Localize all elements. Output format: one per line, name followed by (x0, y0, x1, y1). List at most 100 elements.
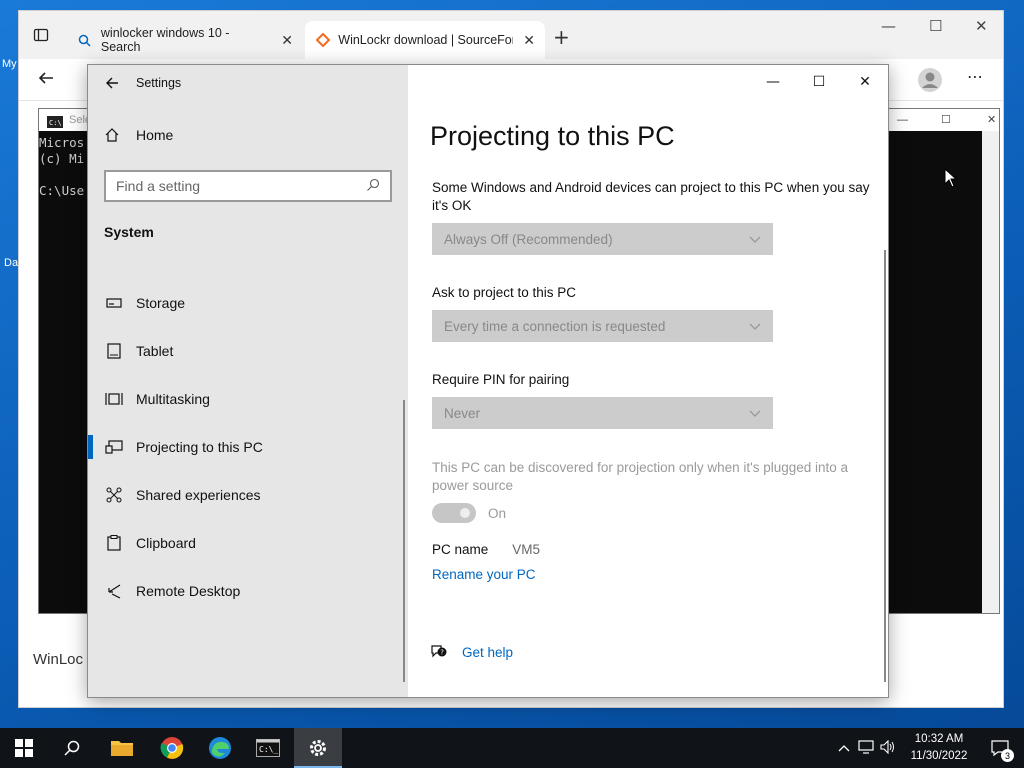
close-icon[interactable]: ✕ (281, 32, 293, 49)
sidebar-item-label: Clipboard (136, 535, 196, 551)
sidebar-item-remote-desktop[interactable]: Remote Desktop (88, 567, 408, 615)
storage-icon (104, 296, 124, 310)
terminal-icon: C:\_ (256, 739, 280, 757)
ask-to-project-dropdown[interactable]: Every time a connection is requested (432, 310, 773, 342)
sidebar-item-label: Projecting to this PC (136, 439, 263, 455)
chrome-button[interactable] (148, 728, 196, 768)
folder-icon (111, 741, 133, 756)
page-title: Projecting to this PC (430, 121, 675, 151)
sidebar-item-label: Shared experiences (136, 487, 261, 503)
nav-home-label: Home (136, 127, 174, 143)
edge-icon (209, 737, 231, 759)
require-pin-dropdown[interactable]: Never (432, 397, 773, 429)
sourceforge-icon (315, 32, 330, 48)
chevron-down-icon (749, 406, 761, 421)
taskbar: C:\_ 10:32 AM 11/30/2022 3 (0, 728, 1024, 768)
back-arrow-icon (106, 77, 118, 89)
rename-pc-link[interactable]: Rename your PC (432, 567, 536, 582)
pc-name-row: PC name VM5 (432, 542, 540, 557)
close-icon[interactable]: ✕ (975, 17, 988, 35)
maximize-icon[interactable]: ☐ (796, 65, 842, 99)
maximize-icon[interactable]: ☐ (941, 109, 951, 131)
close-icon[interactable]: ✕ (987, 109, 996, 131)
volume-icon[interactable] (880, 739, 896, 757)
sidebar-item-projecting[interactable]: Projecting to this PC (88, 423, 408, 471)
svg-text:C:\: C:\ (49, 119, 62, 127)
shared-experiences-icon (104, 487, 124, 503)
sidebar-item-shared-experiences[interactable]: Shared experiences (88, 471, 408, 519)
multitasking-icon (104, 391, 124, 407)
network-icon[interactable] (858, 739, 874, 757)
minimize-icon[interactable]: — (897, 109, 908, 131)
browser-tab-strip: winlocker windows 10 - Search ✕ WinLockr… (19, 11, 1003, 59)
get-help-link[interactable]: ? Get help (430, 643, 513, 662)
clock-date: 11/30/2022 (910, 750, 968, 762)
windows-icon (15, 739, 33, 757)
search-input[interactable]: Find a setting (104, 170, 392, 202)
pc-name-label: PC name (432, 542, 489, 557)
avatar[interactable] (917, 67, 943, 97)
settings-title: Settings (136, 76, 182, 90)
home-icon (104, 127, 124, 143)
new-tab-button[interactable]: + (553, 25, 570, 49)
nav-home[interactable]: Home (104, 127, 173, 143)
nav-section-title: System (104, 224, 154, 240)
sidebar-scrollbar[interactable] (403, 400, 405, 682)
command-prompt-button[interactable]: C:\_ (244, 728, 292, 768)
dropdown-value: Never (444, 405, 481, 421)
cmd-icon: C:\ (47, 114, 63, 136)
minimize-icon[interactable]: — (881, 17, 896, 35)
browser-page-text: WinLoc (33, 651, 84, 668)
notification-center-button[interactable]: 3 (976, 728, 1024, 768)
maximize-icon[interactable]: ☐ (929, 17, 942, 35)
tab-label: winlocker windows 10 - Search (100, 26, 230, 54)
window-controls: — ☐ ✕ (750, 65, 888, 99)
tab-search[interactable]: winlocker windows 10 - Search ✕ (67, 21, 303, 59)
get-help-label: Get help (462, 645, 514, 660)
close-icon[interactable]: ✕ (842, 65, 888, 99)
power-source-toggle[interactable]: On (432, 503, 506, 523)
search-placeholder: Find a setting (116, 178, 201, 194)
clipboard-icon (104, 535, 124, 551)
minimize-icon[interactable]: — (750, 65, 796, 99)
back-button[interactable] (88, 65, 136, 101)
search-icon (64, 740, 80, 756)
dropdown-value: Always Off (Recommended) (444, 231, 613, 247)
projection-description: Some Windows and Android devices can pro… (432, 180, 870, 213)
sidebar-item-label: Storage (136, 295, 186, 311)
search-button[interactable] (48, 728, 96, 768)
mouse-cursor-icon (944, 167, 958, 192)
clock[interactable]: 10:32 AM 11/30/2022 (906, 731, 972, 765)
tab-label: WinLockr download | SourceForg (338, 33, 514, 47)
sidebar-item-label: Multitasking (136, 391, 210, 407)
start-button[interactable] (0, 728, 48, 768)
tablet-icon (104, 343, 124, 359)
chevron-up-icon[interactable] (838, 741, 850, 755)
sidebar-item-tablet[interactable]: Tablet (88, 327, 408, 375)
back-arrow-icon[interactable] (37, 69, 55, 91)
tab-sourceforge[interactable]: WinLockr download | SourceForg ✕ (305, 21, 545, 59)
settings-button[interactable] (294, 728, 342, 768)
clock-time: 10:32 AM (914, 733, 964, 745)
chevron-down-icon (749, 319, 761, 334)
gear-icon (310, 740, 326, 756)
projection-availability-dropdown[interactable]: Always Off (Recommended) (432, 223, 773, 255)
sidebar-item-storage[interactable]: Storage (88, 279, 408, 327)
sidebar-item-multitasking[interactable]: Multitasking (88, 375, 408, 423)
cmd-scrollbar[interactable] (982, 131, 999, 613)
desktop-label-da: Da (4, 257, 19, 269)
more-icon[interactable]: ⋯ (967, 67, 983, 86)
svg-text:?: ? (440, 649, 444, 657)
file-explorer-button[interactable] (98, 728, 146, 768)
search-icon (77, 32, 93, 48)
tab-actions-icon[interactable] (33, 27, 49, 47)
edge-button[interactable] (196, 728, 244, 768)
content-scrollbar[interactable] (884, 250, 886, 682)
chevron-down-icon (749, 232, 761, 247)
toggle-switch[interactable] (432, 503, 476, 523)
help-chat-icon: ? (430, 643, 450, 662)
require-pin-label: Require PIN for pairing (432, 372, 570, 387)
close-icon[interactable]: ✕ (523, 32, 535, 49)
remote-desktop-icon (104, 583, 124, 599)
sidebar-item-clipboard[interactable]: Clipboard (88, 519, 408, 567)
